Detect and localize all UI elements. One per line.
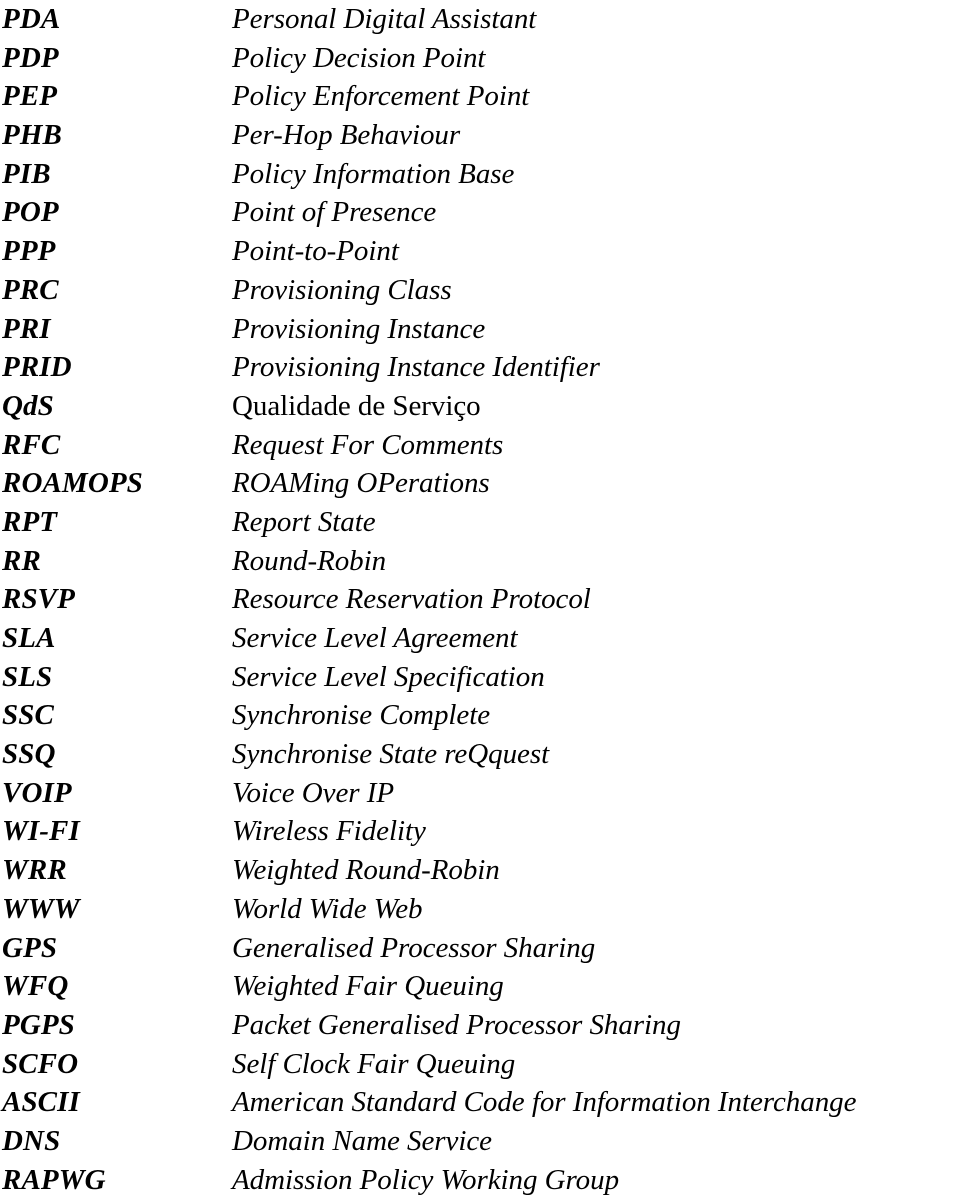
glossary-entry: PRID Provisioning Instance Identifier <box>0 348 960 387</box>
abbreviation-definition: Point of Presence <box>232 196 437 229</box>
glossary-entry: PEP Policy Enforcement Point <box>0 77 960 116</box>
abbreviation-term: PDP <box>2 41 59 74</box>
glossary-entry: WRR Weighted Round-Robin <box>0 851 960 890</box>
abbreviation-definition: ROAMing OPerations <box>232 467 490 500</box>
abbreviation-definition: Personal Digital Assistant <box>232 3 537 35</box>
abbreviation-definition: Policy Enforcement Point <box>232 80 530 113</box>
abbreviation-definition: Per-Hop Behaviour <box>232 119 461 152</box>
glossary-entry: WFQ Weighted Fair Queuing <box>0 967 960 1006</box>
abbreviation-definition: Service Level Agreement <box>232 622 518 654</box>
abbreviation-definition: Weighted Fair Queuing <box>232 970 504 1003</box>
abbreviation-term: WWW <box>2 892 80 925</box>
abbreviation-term: RFC <box>2 428 61 461</box>
glossary-entry: WI-FI Wireless Fidelity <box>0 812 960 851</box>
abbreviation-term: PGPS <box>2 1008 75 1041</box>
glossary-entry: QdS Qualidade de Serviço <box>0 387 960 426</box>
glossary-entry: POP Point of Presence <box>0 193 960 232</box>
glossary-entry: SSQ Synchronise State reQquest <box>0 735 960 774</box>
glossary-entry: SCFO Self Clock Fair Queuing <box>0 1045 960 1084</box>
glossary-entry: VOIP Voice Over IP <box>0 774 960 813</box>
glossary-entry: RR Round-Robin <box>0 542 960 581</box>
glossary-entry: RSVP Resource Reservation Protocol <box>0 580 960 619</box>
abbreviation-definition: Resource Reservation Protocol <box>232 583 591 616</box>
abbreviation-term: WI-FI <box>2 815 80 848</box>
abbreviation-term: PIB <box>2 157 51 190</box>
abbreviation-term: SLA <box>2 622 56 654</box>
abbreviation-term: RSVP <box>2 583 75 616</box>
abbreviation-term: GPS <box>2 931 58 964</box>
glossary-entry: SSC Synchronise Complete <box>0 696 960 735</box>
abbreviation-definition: Request For Comments <box>232 428 504 461</box>
glossary-entry: RFC Request For Comments <box>0 426 960 465</box>
abbreviation-term: ROAMOPS <box>2 467 143 500</box>
glossary-entry: PRI Provisioning Instance <box>0 310 960 349</box>
glossary-entry: WWW World Wide Web <box>0 890 960 929</box>
abbreviation-term: SSQ <box>2 738 56 771</box>
abbreviation-definition: Self Clock Fair Queuing <box>232 1047 516 1080</box>
glossary-entry: RAPWG Admission Policy Working Group <box>0 1161 960 1199</box>
abbreviation-definition: American Standard Code for Information I… <box>232 1086 857 1119</box>
abbreviation-term: WFQ <box>2 970 69 1003</box>
abbreviation-definition: Admission Policy Working Group <box>232 1163 620 1196</box>
glossary-entry: PHB Per-Hop Behaviour <box>0 116 960 155</box>
glossary-entry: PGPS Packet Generalised Processor Sharing <box>0 1006 960 1045</box>
glossary-entry: PRC Provisioning Class <box>0 271 960 310</box>
abbreviation-definition: Report State <box>232 505 376 538</box>
glossary-entry: PDA Personal Digital Assistant <box>0 0 960 39</box>
abbreviation-definition: Weighted Round-Robin <box>232 854 500 887</box>
abbreviation-term: WRR <box>2 854 67 887</box>
abbreviation-term: SCFO <box>2 1047 79 1080</box>
abbreviation-term: PPP <box>2 235 56 268</box>
abbreviation-term: PHB <box>2 119 62 152</box>
glossary-entry: PDP Policy Decision Point <box>0 39 960 78</box>
abbreviation-term: RPT <box>2 505 58 538</box>
abbreviation-definition: Provisioning Class <box>232 273 452 306</box>
abbreviation-term: PRC <box>2 273 59 306</box>
abbreviation-definition: Provisioning Instance Identifier <box>232 351 600 384</box>
abbreviation-definition: Provisioning Instance <box>232 312 486 345</box>
abbreviation-definition: Generalised Processor Sharing <box>232 931 596 964</box>
abbreviation-term: VOIP <box>2 776 72 809</box>
abbreviation-definition: Service Level Specification <box>232 660 545 693</box>
glossary-entry: ASCII American Standard Code for Informat… <box>0 1083 960 1122</box>
abbreviation-definition: Policy Information Base <box>232 157 515 190</box>
abbreviation-term: ASCII <box>2 1086 80 1119</box>
glossary-entry: SLS Service Level Specification <box>0 658 960 697</box>
glossary-entry: DNS Domain Name Service <box>0 1122 960 1161</box>
abbreviation-definition: Packet Generalised Processor Sharing <box>232 1008 681 1041</box>
abbreviation-definition: Point-to-Point <box>232 235 399 268</box>
abbreviation-term: PRID <box>2 351 72 384</box>
abbreviation-definition: Voice Over IP <box>232 776 394 809</box>
abbreviation-definition: Wireless Fidelity <box>232 815 426 848</box>
abbreviation-term: PEP <box>2 80 58 113</box>
glossary-entry: ROAMOPS ROAMing OPerations <box>0 464 960 503</box>
abbreviation-term: PDA <box>2 3 61 35</box>
glossary-entry: GPS Generalised Processor Sharing <box>0 929 960 968</box>
abbreviation-term: SLS <box>2 660 53 693</box>
glossary-entry: SLA Service Level Agreement <box>0 619 960 658</box>
abbreviation-term: SSC <box>2 699 54 732</box>
abbreviation-term: DNS <box>2 1124 61 1157</box>
abbreviation-definition: Synchronise State reQquest <box>232 738 550 771</box>
abbreviation-term: PRI <box>2 312 51 345</box>
abbreviation-term: RR <box>2 544 41 577</box>
glossary-entry: PPP Point-to-Point <box>0 232 960 271</box>
abbreviation-term: QdS <box>2 389 54 422</box>
abbreviations-glossary: PDA Personal Digital Assistant PDP Policy D… <box>0 0 960 1196</box>
abbreviation-definition: Synchronise Complete <box>232 699 491 732</box>
glossary-entry: RPT Report State <box>0 503 960 542</box>
abbreviation-definition: Round-Robin <box>232 544 387 577</box>
abbreviation-term: RAPWG <box>2 1163 106 1196</box>
abbreviation-term: POP <box>2 196 59 229</box>
abbreviation-definition: Policy Decision Point <box>232 41 486 74</box>
abbreviation-definition: World Wide Web <box>232 892 423 925</box>
abbreviation-definition: Qualidade de Serviço <box>232 389 481 422</box>
abbreviation-definition: Domain Name Service <box>232 1124 492 1157</box>
glossary-entry: PIB Policy Information Base <box>0 155 960 194</box>
